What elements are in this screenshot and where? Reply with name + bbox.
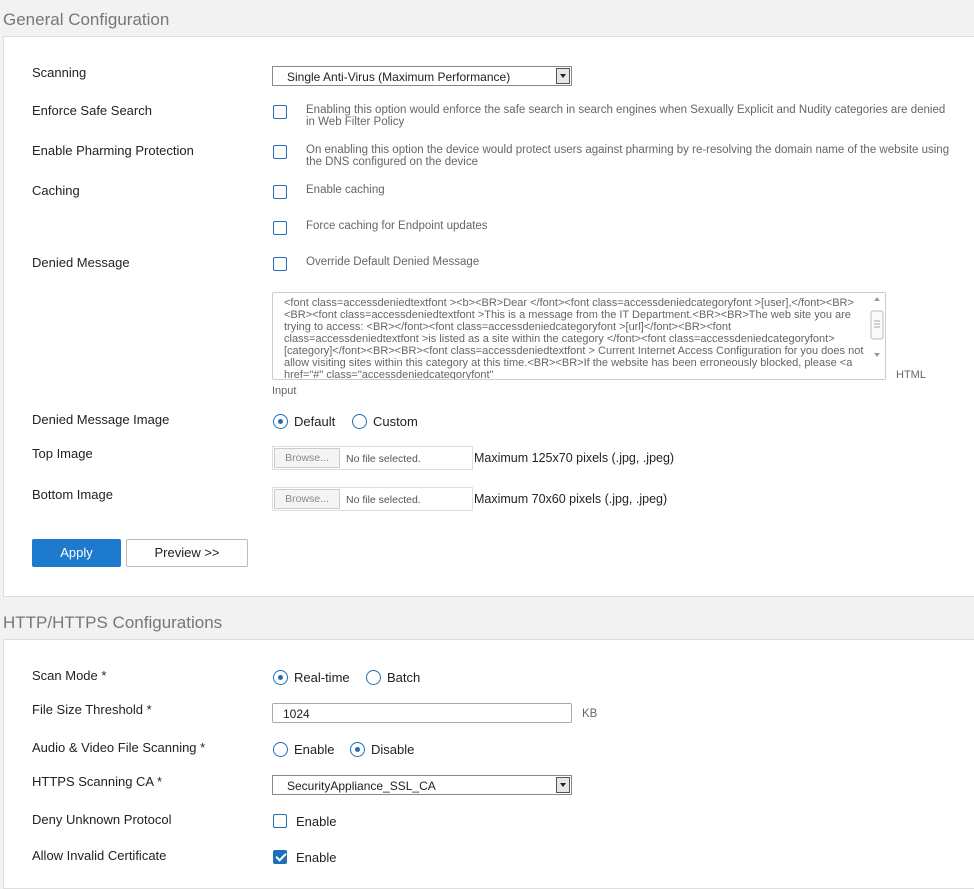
input-label: Input	[272, 385, 297, 397]
general-config-title: General Configuration	[3, 10, 170, 29]
bottom-image-browse-button[interactable]: Browse...	[274, 489, 340, 509]
endpoint-caching-label: Force caching for Endpoint updates	[306, 220, 488, 232]
enable-caching-label: Enable caching	[306, 184, 385, 196]
http-config-title: HTTP/HTTPS Configurations	[3, 613, 223, 632]
endpoint-caching-checkbox[interactable]	[273, 221, 287, 235]
caching-label: Caching	[32, 183, 80, 198]
top-image-hint: Maximum 125x70 pixels (.jpg, .jpeg)	[474, 451, 675, 465]
https-ca-label: HTTPS Scanning CA *	[32, 774, 163, 789]
bottom-image-hint: Maximum 70x60 pixels (.jpg, .jpeg)	[474, 492, 668, 506]
scanning-select[interactable]: Single Anti-Virus (Maximum Performance)	[272, 66, 572, 86]
apply-button[interactable]: Apply	[32, 539, 121, 567]
safe-search-checkbox[interactable]	[273, 105, 287, 119]
av-scanning-disable-radio[interactable]	[350, 742, 365, 757]
deny-unknown-option-label: Enable	[296, 814, 337, 829]
preview-button[interactable]: Preview >>	[126, 539, 248, 567]
deny-unknown-checkbox[interactable]	[273, 814, 287, 828]
top-image-file-name: No file selected.	[346, 453, 421, 465]
bottom-image-label: Bottom Image	[32, 487, 113, 502]
av-scanning-label: Audio & Video File Scanning *	[32, 740, 206, 755]
denied-image-label: Denied Message Image	[32, 412, 170, 427]
scan-mode-label: Scan Mode *	[32, 668, 107, 683]
denied-image-custom-radio[interactable]	[352, 414, 367, 429]
denied-message-label: Denied Message	[32, 255, 130, 270]
override-denied-message-checkbox[interactable]	[273, 257, 287, 271]
override-denied-message-label: Override Default Denied Message	[306, 256, 480, 268]
top-image-file-input[interactable]: Browse... No file selected.	[272, 446, 473, 470]
scanning-value: Single Anti-Virus (Maximum Performance)	[287, 70, 511, 84]
scan-mode-batch-radio[interactable]	[366, 670, 381, 685]
pharming-description: On enabling this option the device would…	[306, 144, 950, 168]
https-ca-select[interactable]: SecurityAppliance_SSL_CA	[272, 775, 572, 795]
av-scanning-disable-label: Disable	[371, 742, 415, 757]
html-label: HTML	[896, 369, 926, 381]
bottom-image-file-input[interactable]: Browse... No file selected.	[272, 487, 473, 511]
safe-search-label: Enforce Safe Search	[32, 103, 152, 118]
denied-message-html: <font class=accessdeniedtextfont ><b><BR…	[284, 297, 864, 380]
allow-invalid-option-label: Enable	[296, 850, 337, 865]
pharming-checkbox[interactable]	[273, 145, 287, 159]
bottom-image-file-name: No file selected.	[346, 494, 421, 506]
file-size-unit: KB	[582, 708, 598, 720]
file-size-input[interactable]: 1024	[272, 703, 572, 723]
deny-unknown-label: Deny Unknown Protocol	[32, 812, 172, 827]
https-ca-value: SecurityAppliance_SSL_CA	[287, 779, 436, 793]
scrollbar-icon	[870, 297, 884, 357]
top-image-browse-button[interactable]: Browse...	[274, 448, 340, 468]
scanning-label: Scanning	[32, 65, 87, 80]
denied-image-custom-label: Custom	[373, 414, 418, 429]
av-scanning-enable-radio[interactable]	[273, 742, 288, 757]
chevron-down-icon[interactable]	[556, 68, 570, 84]
safe-search-description: Enabling this option would enforce the s…	[306, 104, 946, 128]
textarea-scrollbar[interactable]	[869, 293, 885, 379]
pharming-label: Enable Pharming Protection	[32, 143, 194, 158]
scan-mode-realtime-radio[interactable]	[273, 670, 288, 685]
allow-invalid-label: Allow Invalid Certificate	[32, 848, 167, 863]
scan-mode-batch-label: Batch	[387, 670, 421, 685]
enable-caching-checkbox[interactable]	[273, 185, 287, 199]
chevron-down-icon[interactable]	[556, 777, 570, 793]
scan-mode-realtime-label: Real-time	[294, 670, 350, 685]
allow-invalid-checkbox[interactable]	[273, 850, 287, 864]
denied-image-default-radio[interactable]	[273, 414, 288, 429]
av-scanning-enable-label: Enable	[294, 742, 335, 757]
denied-message-textarea[interactable]: <font class=accessdeniedtextfont ><b><BR…	[272, 292, 886, 380]
denied-image-default-label: Default	[294, 414, 336, 429]
file-size-label: File Size Threshold *	[32, 702, 152, 717]
top-image-label: Top Image	[32, 446, 93, 461]
